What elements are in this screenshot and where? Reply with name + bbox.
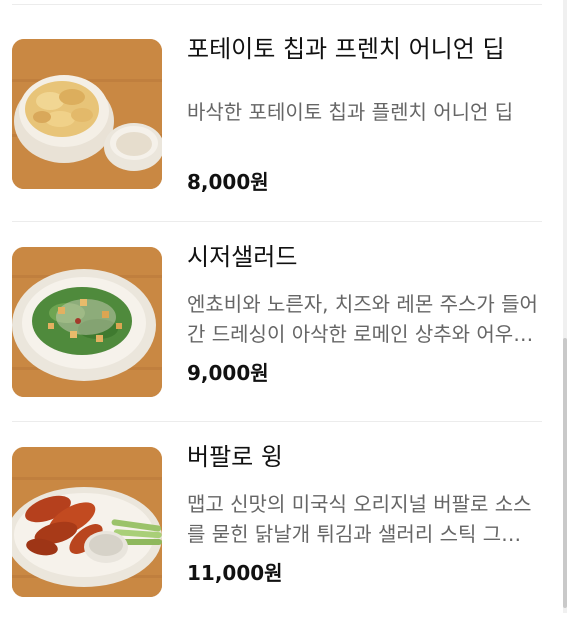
menu-item-image[interactable] [12, 39, 162, 189]
menu-item-price: 8,000원 [187, 170, 269, 194]
menu-item-potato-chips[interactable]: 포테이토 칩과 프렌치 어니언 딥 바삭한 포테이토 칩과 플렌치 어니언 딥 … [12, 35, 542, 214]
menu-item-name: 시저샐러드 [187, 243, 298, 271]
potato-chips-photo [12, 39, 162, 189]
menu-item-name: 버팔로 윙 [187, 443, 283, 471]
caesar-salad-photo [12, 247, 162, 397]
buffalo-wings-photo [12, 447, 162, 597]
menu-item-name: 포테이토 칩과 프렌치 어니언 딥 [187, 35, 505, 63]
menu-item-description: 바삭한 포테이토 칩과 플렌치 어니언 딥 [187, 100, 514, 124]
menu-item-image[interactable] [12, 447, 162, 597]
menu-item-price: 9,000원 [187, 361, 269, 385]
menu-item-description: 맵고 신맛의 미국식 오리지널 버팔로 소스를 묻힌 닭날개 튀김과 샐러리 스… [187, 492, 538, 546]
scrollbar-thumb[interactable] [563, 338, 567, 608]
menu-item-price: 11,000원 [187, 561, 283, 585]
menu-item-description: 엔쵸비와 노른자, 치즈와 레몬 주스가 들어간 드레싱이 아삭한 로메인 상추… [187, 292, 538, 346]
menu-item-image[interactable] [12, 247, 162, 397]
divider [12, 421, 542, 422]
menu-item-caesar-salad[interactable]: 시저샐러드 엔쵸비와 노른자, 치즈와 레몬 주스가 들어간 드레싱이 아삭한 … [12, 243, 542, 422]
divider [12, 4, 542, 5]
divider [12, 221, 542, 222]
menu-item-buffalo-wings[interactable]: 버팔로 윙 맵고 신맛의 미국식 오리지널 버팔로 소스를 묻힌 닭날개 튀김과… [12, 443, 542, 622]
